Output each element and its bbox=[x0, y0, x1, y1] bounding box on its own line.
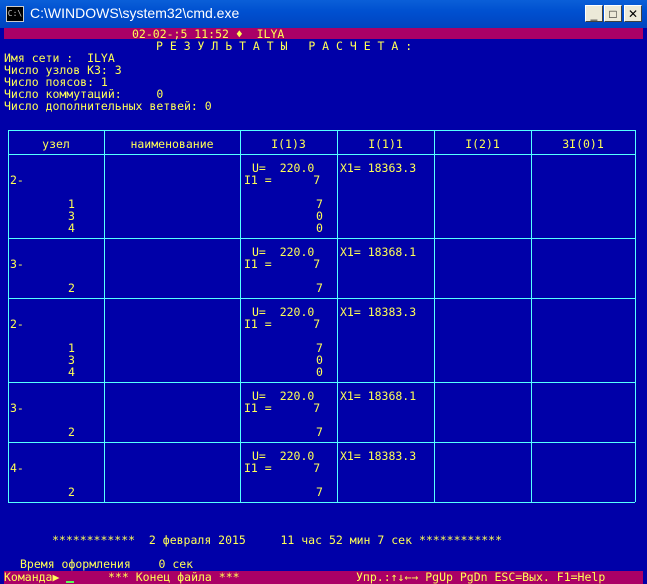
table-column-rule bbox=[240, 130, 241, 502]
cmd-app-icon[interactable]: C:\ bbox=[6, 6, 24, 22]
command-prompt[interactable]: Команда▶ bbox=[4, 571, 59, 583]
table-column-rule bbox=[434, 130, 435, 502]
current-value: I1 = 7 bbox=[244, 257, 321, 271]
reactance-value: X1= 18363.3 bbox=[340, 161, 417, 175]
table-rule bbox=[8, 502, 635, 503]
column-header: узел bbox=[42, 137, 70, 151]
table-rule bbox=[8, 382, 635, 383]
reactance-value: X1= 18368.1 bbox=[340, 245, 417, 259]
end-of-file-label: *** Конец файла *** bbox=[108, 570, 240, 584]
sub-node: 4 bbox=[68, 365, 75, 379]
sub-value: 0 bbox=[316, 365, 323, 379]
current-value: I1 = 7 bbox=[244, 317, 321, 331]
table-column-rule bbox=[531, 130, 532, 502]
table-column-rule bbox=[8, 130, 9, 502]
text-cursor bbox=[66, 581, 74, 583]
footer-timestamp: ************ 2 февраля 2015 11 час 52 ми… bbox=[52, 533, 503, 547]
column-header: I(1)1 bbox=[368, 137, 403, 151]
node-label: 4- bbox=[10, 461, 24, 475]
node-label: 3- bbox=[10, 257, 24, 271]
current-value: I1 = 7 bbox=[244, 461, 321, 475]
node-label: 2- bbox=[10, 317, 24, 331]
current-value: I1 = 7 bbox=[244, 401, 321, 415]
sub-value: 7 bbox=[316, 485, 323, 499]
window-titlebar[interactable]: C:\ C:\WINDOWS\system32\cmd.exe _ □ ✕ bbox=[0, 0, 647, 28]
info-line: Число дополнительных ветвей: 0 bbox=[4, 99, 212, 113]
sub-value: 7 bbox=[316, 281, 323, 295]
column-header: 3I(0)1 bbox=[562, 137, 604, 151]
close-button[interactable]: ✕ bbox=[624, 5, 642, 22]
node-label: 2- bbox=[10, 173, 24, 187]
reactance-value: X1= 18383.3 bbox=[340, 449, 417, 463]
format-time: Время оформления 0 сек bbox=[20, 557, 194, 571]
reactance-value: X1= 18383.3 bbox=[340, 305, 417, 319]
sub-node: 4 bbox=[68, 221, 75, 235]
console-area[interactable]: 02-02-;5 11:52 ♦ ILYA Р Е З У Л Ь Т А Т … bbox=[4, 28, 643, 584]
sub-node: 2 bbox=[68, 281, 75, 295]
table-column-rule bbox=[337, 130, 338, 502]
sub-node: 2 bbox=[68, 485, 75, 499]
sub-node: 2 bbox=[68, 425, 75, 439]
key-help: Упр.:↑↓←→ PgUp PgDn ESC=Вых. F1=Help bbox=[356, 570, 606, 584]
minimize-button[interactable]: _ bbox=[585, 5, 603, 22]
results-title: Р Е З У Л Ь Т А Т Ы Р А С Ч Е Т А : bbox=[156, 39, 413, 53]
top-status-bar bbox=[4, 28, 643, 39]
reactance-value: X1= 18368.1 bbox=[340, 389, 417, 403]
sub-value: 7 bbox=[316, 425, 323, 439]
window-title: C:\WINDOWS\system32\cmd.exe bbox=[30, 5, 240, 21]
table-rule bbox=[8, 130, 635, 131]
table-rule bbox=[8, 154, 635, 155]
current-value: I1 = 7 bbox=[244, 173, 321, 187]
node-label: 3- bbox=[10, 401, 24, 415]
table-rule bbox=[8, 238, 635, 239]
column-header: I(1)3 bbox=[271, 137, 306, 151]
column-header: наименование bbox=[130, 137, 214, 151]
table-rule bbox=[8, 298, 635, 299]
column-header: I(2)1 bbox=[465, 137, 500, 151]
table-column-rule bbox=[104, 130, 105, 502]
table-column-rule bbox=[635, 130, 636, 502]
maximize-button[interactable]: □ bbox=[604, 5, 622, 22]
sub-value: 0 bbox=[316, 221, 323, 235]
table-rule bbox=[8, 442, 635, 443]
